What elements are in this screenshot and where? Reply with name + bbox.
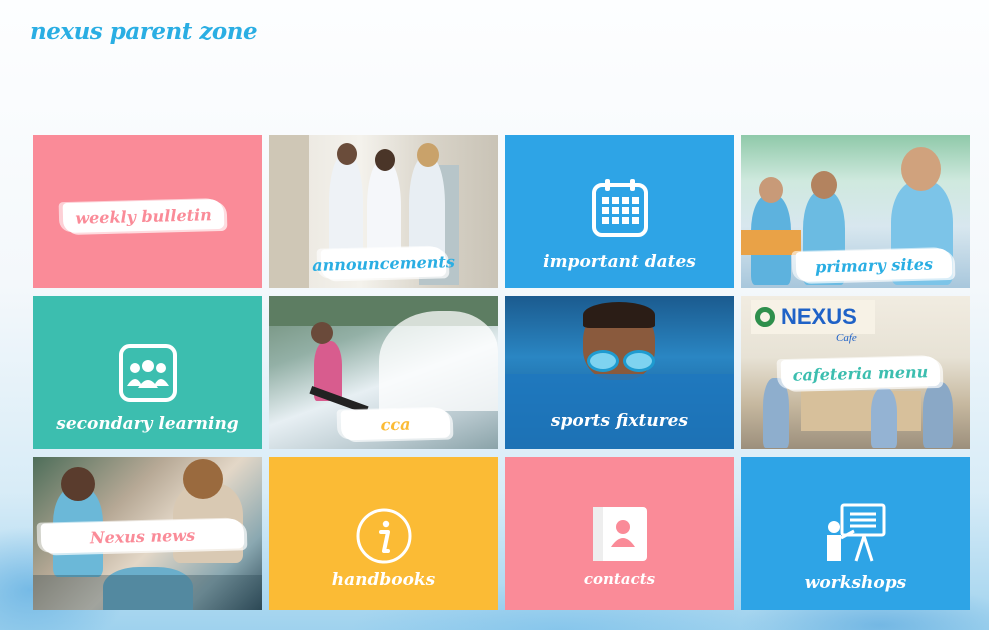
primary-sites-label: primary sites [795,247,953,283]
presentation-icon [824,503,888,567]
info-icon [355,507,413,569]
cafe-sign-text: NEXUS [781,304,857,329]
calendar-icon [591,177,649,243]
contacts-label: contacts [583,570,656,588]
tile-weekly-bulletin[interactable]: weekly bulletin [33,135,262,288]
tile-important-dates[interactable]: important dates [505,135,734,288]
weekly-bulletin-label: weekly bulletin [62,198,225,234]
sports-fixtures-label: sports fixtures [550,411,689,431]
cafe-sign-subtext: Cafe [836,332,857,344]
tile-nexus-news[interactable]: Nexus news [33,457,262,610]
site-logo[interactable]: nexus parent zone [30,18,258,45]
workshops-label: workshops [804,573,907,593]
tile-handbooks[interactable]: handbooks [269,457,498,610]
contact-card-icon [591,505,649,567]
group-icon [118,344,177,406]
tile-cca[interactable]: cca [269,296,498,449]
tile-workshops[interactable]: workshops [741,457,970,610]
secondary-learning-label: secondary learning [56,414,239,434]
cca-label: cca [340,407,451,441]
tile-grid: weekly bulletin announcements important … [33,135,970,610]
cafeteria-menu-label: cafeteria menu [780,355,941,391]
tile-contacts[interactable]: contacts [505,457,734,610]
tile-cafeteria-menu[interactable]: NEXUS Cafe cafeteria menu [741,296,970,449]
tile-announcements[interactable]: announcements [269,135,498,288]
announcements-label: announcements [312,246,455,280]
important-dates-label: important dates [543,252,696,272]
nexus-news-label: Nexus news [40,518,245,554]
nexus-logo-icon [755,307,775,327]
tile-secondary-learning[interactable]: secondary learning [33,296,262,449]
tile-primary-sites[interactable]: primary sites [741,135,970,288]
handbooks-label: handbooks [331,570,436,590]
tile-sports-fixtures[interactable]: sports fixtures [505,296,734,449]
